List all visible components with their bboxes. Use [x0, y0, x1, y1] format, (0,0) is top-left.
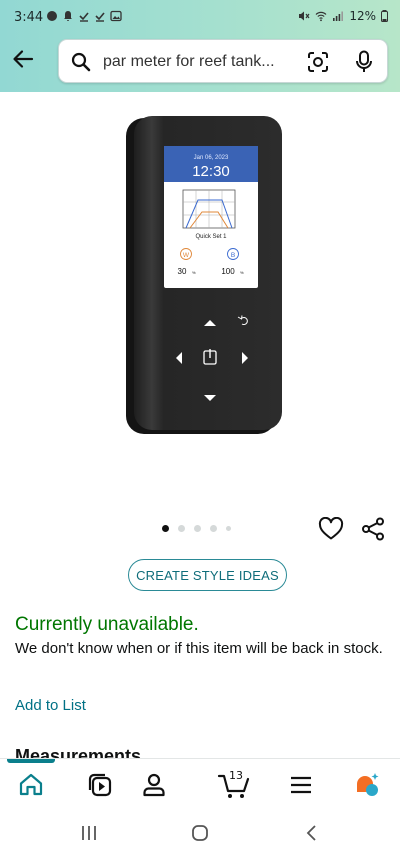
device-mode: Quick Set 1	[195, 234, 227, 240]
home-icon[interactable]	[17, 771, 45, 799]
carousel-dot[interactable]	[178, 525, 185, 532]
recent-apps-icon[interactable]	[80, 824, 98, 842]
microphone-icon[interactable]	[355, 50, 373, 74]
device-time: 12:30	[192, 163, 230, 180]
menu-icon[interactable]	[287, 771, 315, 799]
app-notification-icon	[47, 11, 57, 21]
carousel-dot[interactable]	[194, 525, 201, 532]
bell-icon	[64, 11, 72, 21]
system-nav-bar	[0, 808, 400, 858]
gallery-icon	[110, 10, 122, 22]
product-image[interactable]: Jan 06, 2023 12:30 Quick Set 1 W B 30 % …	[120, 112, 290, 442]
value-w: 30	[178, 267, 187, 276]
back-arrow-icon[interactable]	[10, 46, 36, 72]
wifi-icon	[315, 11, 327, 22]
search-icon	[71, 52, 91, 72]
unit-w: %	[192, 270, 196, 275]
carousel-dot[interactable]	[226, 526, 231, 531]
product-page: 3:44 12% par meter for reef tank... Jan …	[0, 0, 400, 858]
app-header: 3:44 12% par meter for reef tank...	[0, 0, 400, 92]
create-style-ideas-button[interactable]: CREATE STYLE IDEAS	[128, 559, 287, 591]
notification-icons	[46, 10, 122, 22]
channel-w-label: W	[183, 252, 190, 259]
carousel-dot[interactable]	[162, 525, 169, 532]
download-done-icon	[79, 12, 89, 22]
battery-icon	[381, 10, 388, 22]
download-done-icon-2	[95, 12, 105, 22]
play-icon[interactable]	[86, 771, 114, 799]
camera-scan-icon[interactable]	[307, 51, 329, 73]
bottom-nav	[0, 758, 400, 808]
account-icon[interactable]	[140, 771, 168, 799]
system-back-icon[interactable]	[305, 824, 319, 842]
battery-percent: 12%	[349, 9, 376, 23]
home-button-icon[interactable]	[191, 824, 209, 842]
measurements-heading: Measurements	[15, 746, 142, 759]
value-b: 100	[221, 267, 235, 276]
availability-message: We don't know when or if this item will …	[15, 640, 383, 657]
signal-icon	[333, 11, 344, 21]
heart-icon[interactable]	[318, 517, 344, 541]
status-time: 3:44	[14, 10, 44, 25]
channel-b-label: B	[231, 252, 235, 259]
add-to-list-link[interactable]: Add to List	[15, 697, 86, 714]
mute-icon	[299, 11, 310, 21]
search-bar[interactable]: par meter for reef tank...	[58, 39, 388, 83]
carousel-dot[interactable]	[210, 525, 217, 532]
cart-count-badge: 13	[229, 769, 243, 782]
search-input[interactable]: par meter for reef tank...	[103, 53, 303, 71]
share-icon[interactable]	[361, 517, 385, 541]
device-date: Jan 06, 2023	[194, 155, 229, 161]
system-icons: 12%	[298, 9, 388, 23]
unit-b: %	[240, 270, 244, 275]
status-bar: 3:44 12%	[0, 0, 400, 34]
availability-status: Currently unavailable.	[15, 614, 199, 635]
active-tab-indicator	[7, 759, 55, 763]
image-carousel-dots[interactable]	[162, 525, 231, 532]
ai-assistant-icon[interactable]	[353, 771, 381, 799]
